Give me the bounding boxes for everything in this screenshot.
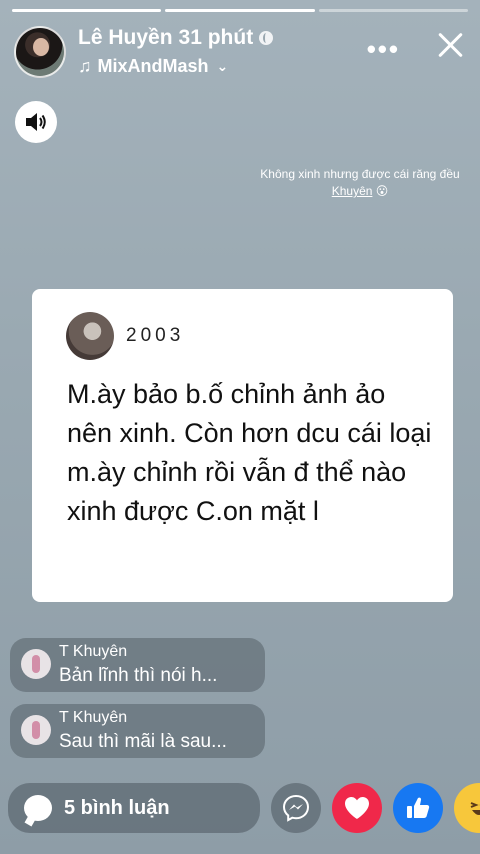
comments-button[interactable]: 5 bình luận: [8, 783, 260, 833]
chevron-down-icon: ⌄: [216, 58, 229, 74]
post-time: 31 phút: [178, 26, 254, 49]
author-name[interactable]: Lê Huyền: [78, 26, 173, 50]
commenter-avatar: [21, 649, 51, 679]
story-header: Lê Huyền 31 phút ♫ MixAndMash ⌄ •••: [14, 26, 466, 82]
messenger-icon: [282, 794, 310, 822]
story-progress: [12, 9, 468, 12]
commenter-name: T Khuyên: [59, 643, 128, 660]
caption-emoji: 😮: [375, 184, 389, 198]
music-title: MixAndMash: [97, 56, 209, 76]
caption-text: Không xinh nhưng được cái răng đều: [260, 167, 460, 181]
comment-text: Bản lĩnh thì nói h...: [59, 665, 218, 686]
haha-reaction-button[interactable]: [454, 783, 480, 833]
author-line: Lê Huyền 31 phút: [78, 26, 274, 50]
commenter-avatar: [21, 715, 51, 745]
story-caption: Không xinh nhưng được cái răng đều Khuyê…: [260, 166, 460, 200]
like-reaction-button[interactable]: [393, 783, 443, 833]
comment-text: Sau thì mãi là sau...: [59, 731, 227, 752]
progress-segment: [12, 9, 162, 12]
messenger-button[interactable]: [271, 783, 321, 833]
caption-tag[interactable]: Khuyên: [332, 184, 373, 198]
author-avatar[interactable]: [14, 26, 66, 78]
comment-item[interactable]: T Khuyên Sau thì mãi là sau...: [10, 704, 265, 758]
comment-bubble-icon: [24, 795, 52, 821]
globe-icon: [259, 31, 274, 45]
progress-segment: [165, 9, 315, 12]
more-options-button[interactable]: •••: [367, 36, 400, 62]
heart-icon: [345, 797, 369, 819]
card-avatar: [66, 312, 114, 360]
close-button[interactable]: [436, 30, 466, 60]
card-text: M.ày bảo b.ố chỉnh ảnh ảo nên xinh. Còn …: [67, 379, 432, 526]
speaker-icon: [26, 113, 46, 131]
comment-item[interactable]: T Khuyên Bản lĩnh thì nói h...: [10, 638, 265, 692]
commenter-name: T Khuyên: [59, 709, 128, 726]
thumbs-up-icon: [407, 797, 430, 818]
card-username: 2003: [126, 325, 185, 346]
sound-toggle-button[interactable]: [15, 101, 57, 143]
haha-icon: [470, 802, 480, 815]
music-note-icon: ♫: [78, 56, 92, 76]
love-reaction-button[interactable]: [332, 783, 382, 833]
comment-count-label: 5 bình luận: [64, 796, 170, 819]
shared-post-card: 2003 M.ày bảo b.ố chỉnh ảnh ảo nên xinh.…: [32, 289, 453, 602]
progress-segment: [318, 9, 468, 12]
music-track[interactable]: ♫ MixAndMash ⌄: [78, 56, 228, 77]
